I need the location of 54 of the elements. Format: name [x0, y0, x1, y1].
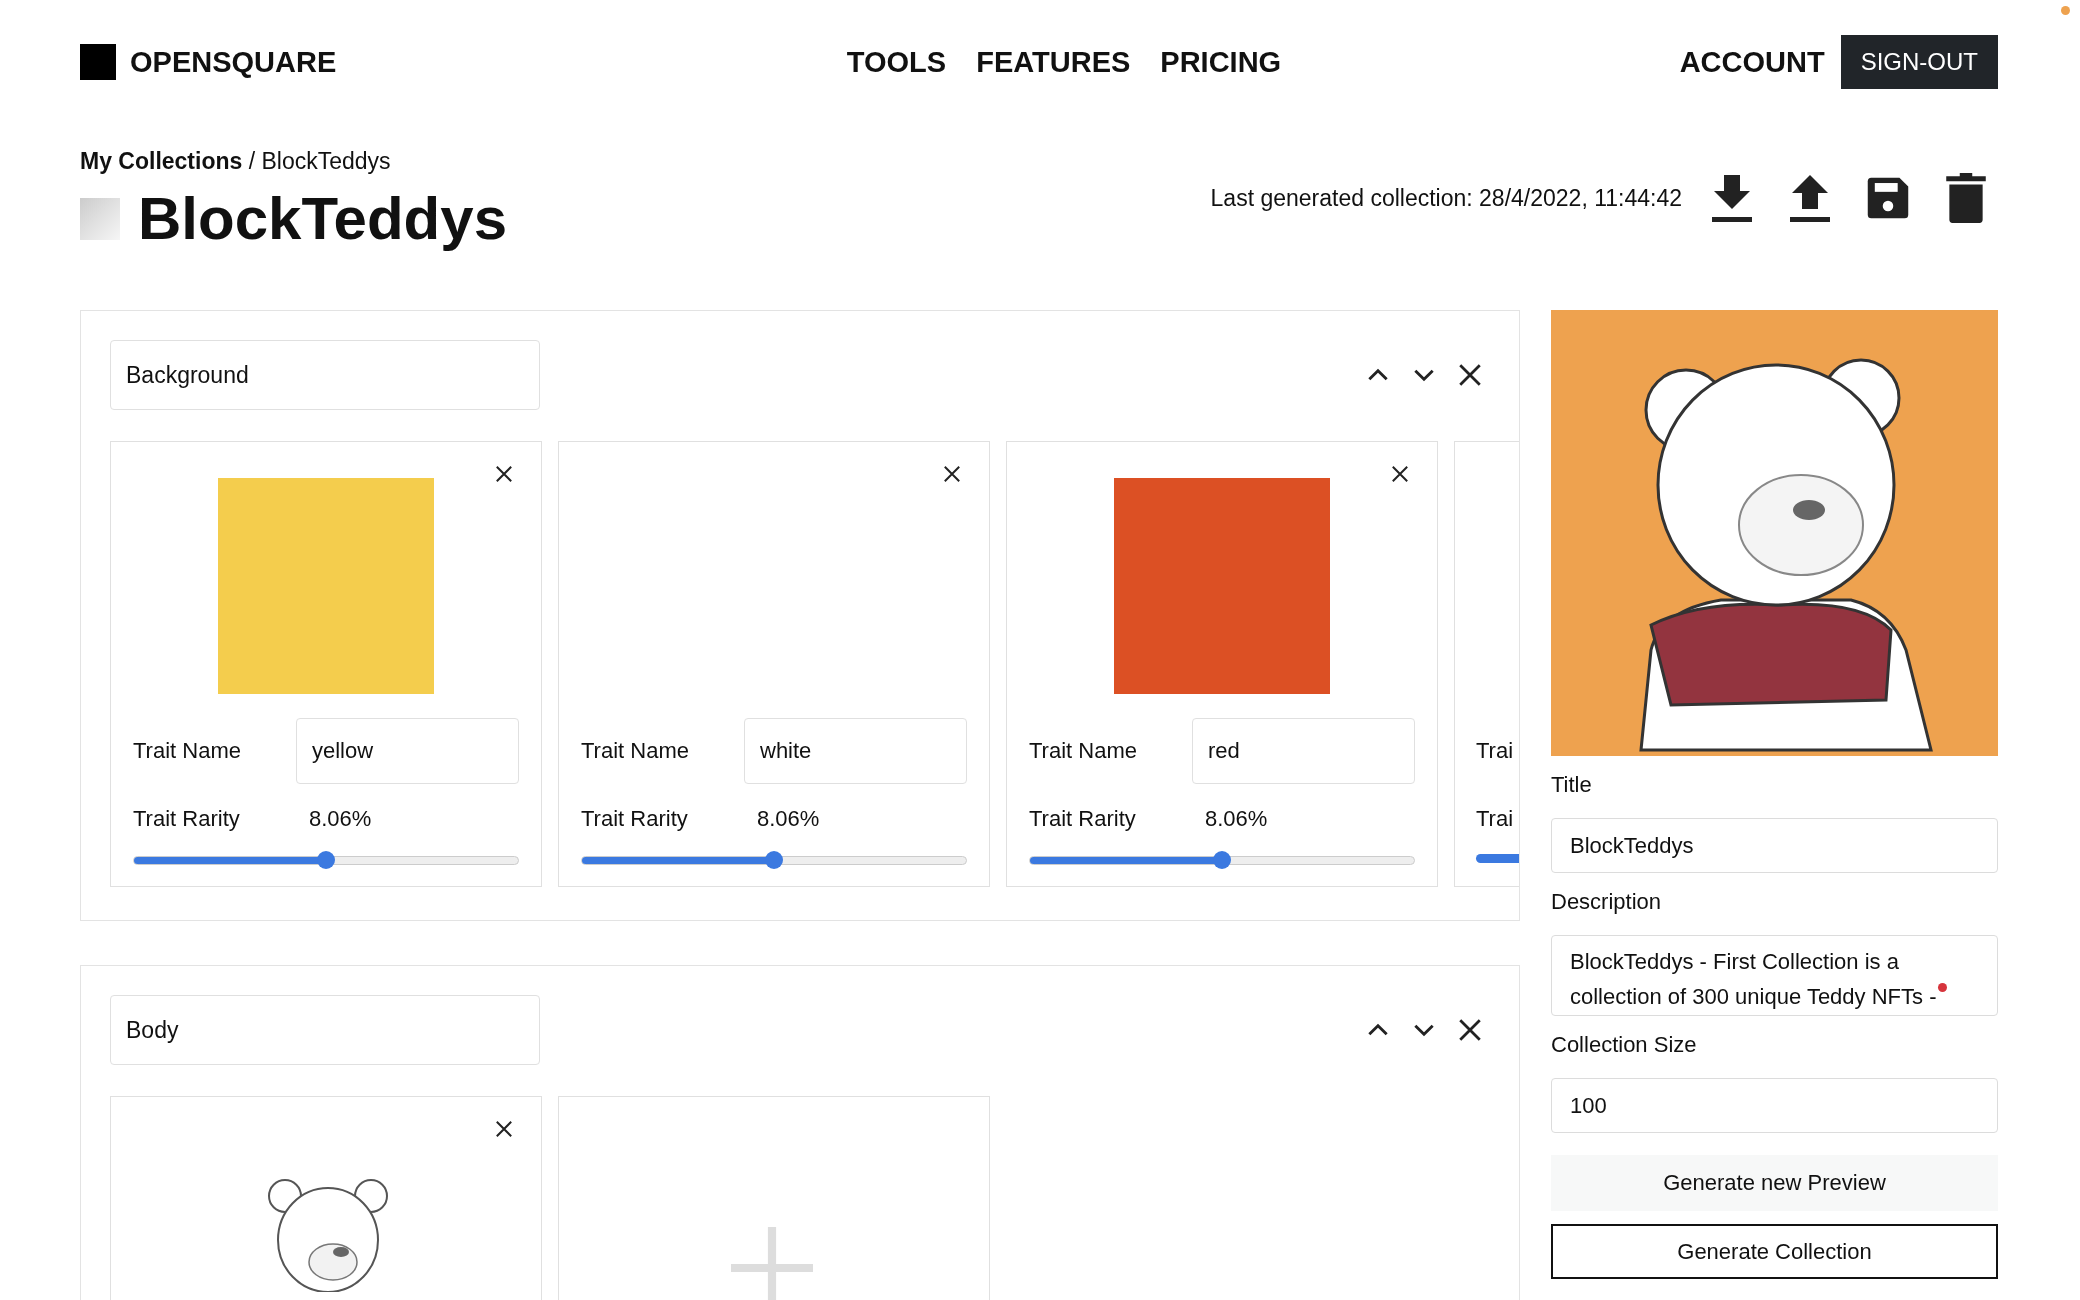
description-field[interactable]: BlockTeddys - First Collection is a collection of 300 unique Teddy NFTs -: [1551, 935, 1998, 1016]
slider-thumb[interactable]: [765, 851, 783, 869]
collection-size-label: Collection Size: [1551, 1032, 1698, 1059]
upload-icon[interactable]: [1788, 172, 1832, 224]
layer-name-field[interactable]: Background: [110, 340, 540, 410]
trait-name-label: Trait Name: [1029, 738, 1138, 764]
rarity-slider[interactable]: [133, 850, 519, 870]
generate-collection-button[interactable]: Generate Collection: [1551, 1224, 1998, 1279]
breadcrumb: My Collections / BlockTeddys: [80, 148, 392, 175]
title-label: Title: [1551, 772, 1593, 799]
nav-link[interactable]: PRICING: [1160, 45, 1282, 79]
generate-preview-button[interactable]: Generate new Preview: [1551, 1155, 1998, 1211]
description-label: Description: [1551, 889, 1663, 916]
indicator-dot: [2061, 6, 2070, 15]
trait-rarity-label: Trait Rarity: [133, 806, 241, 832]
layer-name-field[interactable]: Body: [110, 995, 540, 1065]
trait-name-field[interactable]: red: [1192, 718, 1415, 784]
trait-rarity-value: 8.06%: [309, 806, 372, 832]
download-icon[interactable]: [1710, 172, 1754, 224]
last-generated-text: Last generated collection: 28/4/2022, 11:44:42: [1210, 184, 1682, 212]
notification-dot: [1938, 983, 1948, 992]
trait-rarity-label: Trait Rarity: [581, 806, 689, 832]
slider-thumb[interactable]: [317, 851, 335, 869]
nav-link[interactable]: TOOLS: [846, 45, 947, 79]
account-link[interactable]: ACCOUNT: [1679, 45, 1825, 79]
rarity-slider[interactable]: [581, 850, 967, 870]
slider-thumb[interactable]: [1213, 851, 1231, 869]
bar-segment: [1476, 854, 1519, 863]
trait-rarity-label: Trait Rarity: [1029, 806, 1137, 832]
trait-name-label: Trait Name: [133, 738, 242, 764]
sign-out-button[interactable]: SIGN-OUT: [1840, 35, 1998, 89]
close-icon[interactable]: [495, 465, 513, 483]
logo-icon: [80, 44, 116, 80]
logo-text: OPENSQUARE: [130, 45, 337, 79]
trait-name-label: Trait Name: [581, 738, 690, 764]
nav-link[interactable]: FEATURES: [976, 45, 1131, 79]
trait-rarity-value: 8.06%: [757, 806, 820, 832]
collection-size-field[interactable]: 100: [1551, 1078, 1998, 1133]
collection-title: BlockTeddys: [138, 189, 507, 249]
plus-icon: [731, 1227, 813, 1300]
title-field[interactable]: BlockTeddys: [1551, 818, 1998, 873]
trait-name-field[interactable]: yellow: [296, 718, 519, 784]
trait-name-field[interactable]: white: [744, 718, 967, 784]
close-icon[interactable]: [1457, 362, 1483, 388]
close-icon[interactable]: [943, 465, 961, 483]
trait-rarity-value: 8.06%: [1205, 806, 1268, 832]
trait-name-label: Trai: [1476, 738, 1515, 764]
close-icon[interactable]: [495, 1120, 513, 1138]
close-icon[interactable]: [1457, 1017, 1483, 1043]
trash-icon[interactable]: [1944, 172, 1988, 224]
rarity-slider[interactable]: [1029, 850, 1415, 870]
close-icon[interactable]: [1391, 465, 1409, 483]
collection-icon: [80, 198, 120, 240]
trait-rarity-label: Trai: [1476, 806, 1515, 832]
